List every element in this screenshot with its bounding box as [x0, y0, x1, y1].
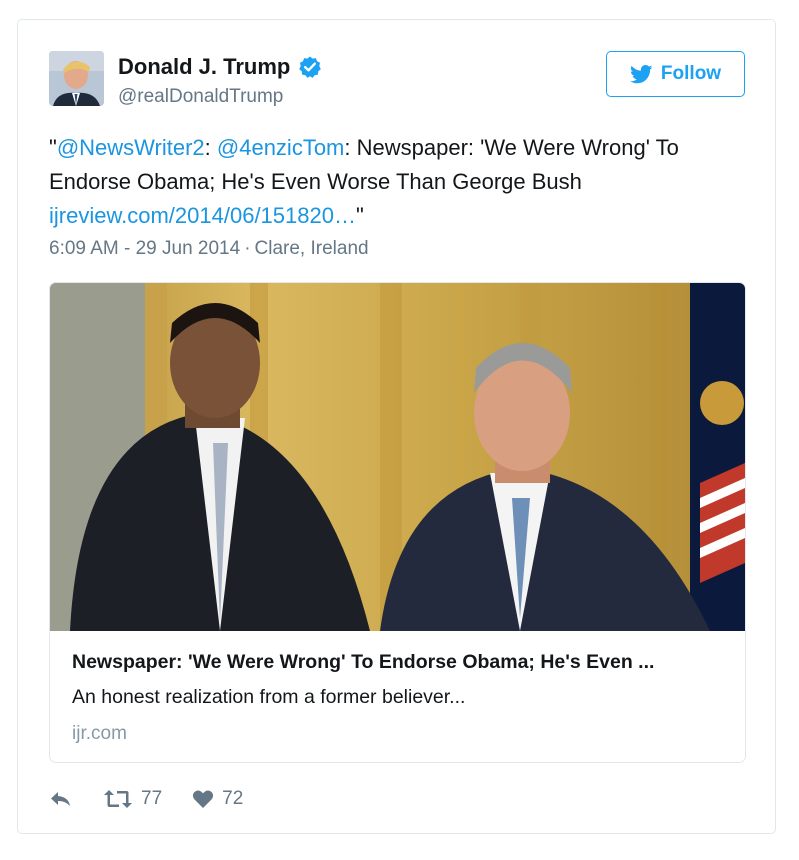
retweet-count: 77 [141, 788, 163, 809]
author-name[interactable]: Donald J. Trump [118, 54, 290, 80]
verified-badge-icon [299, 56, 322, 78]
tweet-card: Donald J. Trump @realDonaldTrump Follow … [17, 19, 776, 834]
tweet-text: "@NewsWriter2: @4enzicTom: Newspaper: 'W… [49, 131, 749, 233]
link-card-title: Newspaper: 'We Were Wrong' To Endorse Ob… [72, 651, 655, 673]
like-count: 72 [222, 788, 244, 809]
tweet-actions: 77 72 [49, 785, 273, 813]
avatar[interactable] [49, 51, 104, 106]
twitter-bird-icon [629, 64, 653, 83]
timestamp[interactable]: 6:09 AM - 29 Jun 2014 [49, 238, 240, 259]
link-preview-card[interactable]: Newspaper: 'We Were Wrong' To Endorse Ob… [49, 282, 746, 763]
like-button[interactable]: 72 [192, 788, 243, 810]
close-quote: " [355, 203, 364, 228]
reply-button[interactable] [49, 789, 73, 809]
tweet-separator: : [204, 135, 217, 160]
author-handle[interactable]: @realDonaldTrump [118, 86, 283, 108]
tweet-link[interactable]: ijreview.com/2014/06/151820… [49, 203, 356, 228]
follow-button[interactable]: Follow [606, 51, 745, 97]
reply-icon [51, 792, 70, 806]
preview-image [50, 283, 745, 631]
tweet-meta: 6:09 AM - 29 Jun 2014 · Clare, Ireland [49, 238, 369, 260]
author-name-row[interactable]: Donald J. Trump [118, 54, 322, 80]
avatar-photo [49, 51, 104, 106]
open-quote: " [49, 135, 57, 160]
location[interactable]: Clare, Ireland [255, 238, 369, 259]
retweet-button[interactable]: 77 [103, 788, 162, 810]
mention-newswriter2[interactable]: @NewsWriter2 [57, 135, 205, 160]
meta-separator: · [244, 238, 251, 259]
link-card-domain: ijr.com [72, 723, 127, 744]
mention-4enzictom[interactable]: @4enzicTom [217, 135, 345, 160]
retweet-icon [104, 790, 132, 808]
follow-label: Follow [660, 63, 722, 84]
heart-icon [193, 790, 214, 808]
link-card-description: An honest realization from a former beli… [72, 686, 466, 708]
